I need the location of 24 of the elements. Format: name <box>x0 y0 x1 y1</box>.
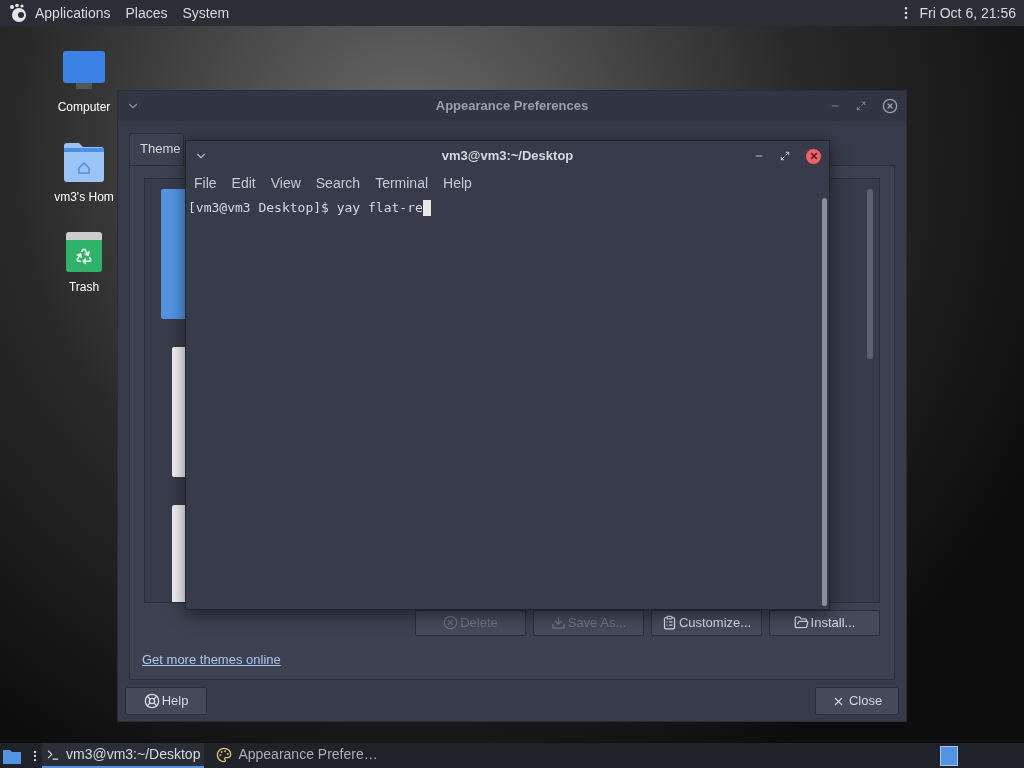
action-button[interactable]: Customize... <box>651 609 762 636</box>
close-button[interactable]: Close <box>815 687 899 715</box>
taskbar-button[interactable]: Appearance Prefere… <box>212 743 382 768</box>
menu-item[interactable]: Search <box>315 172 361 194</box>
clock[interactable]: Fri Oct 6, 21:56 <box>919 2 1016 24</box>
taskbar-button[interactable]: vm3@vm3:~/Desktop <box>42 743 205 768</box>
menu-item[interactable]: Edit <box>231 172 256 194</box>
themes-link[interactable]: Get more themes online <box>142 649 281 669</box>
menu-item[interactable]: View <box>270 172 301 194</box>
menu-item[interactable]: Help <box>443 172 472 194</box>
menu-item[interactable]: Terminal <box>375 172 429 194</box>
desktop-icon-label[interactable]: Computer <box>57 98 111 116</box>
window-title: Appearance Preferences <box>435 97 589 116</box>
panel-menu[interactable]: System <box>182 2 230 24</box>
desktop-icon-label[interactable]: Trash <box>68 278 100 296</box>
tab[interactable]: Theme <box>129 133 185 165</box>
action-button[interactable]: Install... <box>769 609 880 636</box>
panel-menu[interactable]: Applications <box>35 2 111 24</box>
help-button[interactable]: Help <box>125 687 207 715</box>
window-title: vm3@vm3:~/Desktop <box>441 147 574 166</box>
terminal-line: [vm3@vm3 Desktop]$ yay flat-re <box>188 199 423 217</box>
panel-menu[interactable]: Places <box>125 2 168 24</box>
desktop-icon-label[interactable]: vm3's Hom <box>54 188 114 206</box>
menu-item[interactable]: File <box>194 172 217 194</box>
